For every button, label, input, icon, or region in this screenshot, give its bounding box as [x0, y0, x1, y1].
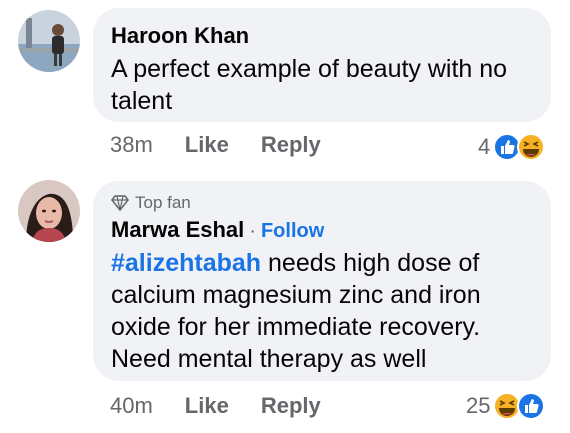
- comment-text: A perfect example of beauty with no tale…: [111, 55, 508, 115]
- haha-icon: [517, 133, 546, 161]
- hashtag-link[interactable]: #alizehtabah: [111, 249, 261, 277]
- comment-author[interactable]: Haroon Khan: [111, 22, 533, 50]
- like-icon: [493, 133, 522, 161]
- comment-time[interactable]: 40m: [110, 393, 153, 419]
- comment-author[interactable]: Marwa Eshal: [111, 216, 244, 244]
- comment-actions: 38m Like Reply: [110, 132, 321, 158]
- diamond-icon: [111, 195, 129, 211]
- separator-dot: ·: [249, 220, 256, 242]
- reply-button[interactable]: Reply: [261, 393, 321, 419]
- reply-button[interactable]: Reply: [261, 132, 321, 158]
- avatar[interactable]: [18, 180, 80, 242]
- comment-bubble: Haroon Khan A perfect example of beauty …: [93, 8, 551, 122]
- comment-text: #alizehtabah needs high dose of calcium …: [111, 247, 535, 375]
- top-fan-badge: Top fan: [111, 193, 533, 213]
- reaction-icons: [493, 392, 546, 420]
- avatar-photo-icon: [18, 10, 80, 72]
- badge-label: Top fan: [135, 193, 191, 212]
- reaction-count: 4: [478, 134, 491, 159]
- comment-time[interactable]: 38m: [110, 132, 153, 158]
- reaction-icons: [493, 133, 546, 161]
- like-button[interactable]: Like: [185, 393, 229, 419]
- haha-icon: [493, 392, 522, 420]
- reaction-summary[interactable]: 4: [478, 132, 547, 162]
- like-button[interactable]: Like: [185, 132, 229, 158]
- comment-actions: 40m Like Reply: [110, 393, 321, 419]
- follow-button[interactable]: Follow: [261, 220, 324, 243]
- author-row: Marwa Eshal · Follow: [111, 216, 533, 244]
- like-icon: [517, 392, 546, 420]
- avatar-photo-icon: [18, 180, 80, 242]
- reaction-summary[interactable]: 25: [466, 391, 547, 421]
- reaction-count: 25: [466, 393, 491, 418]
- avatar[interactable]: [18, 10, 80, 72]
- comment-bubble: Top fan Marwa Eshal · Follow #alizehtaba…: [93, 181, 551, 381]
